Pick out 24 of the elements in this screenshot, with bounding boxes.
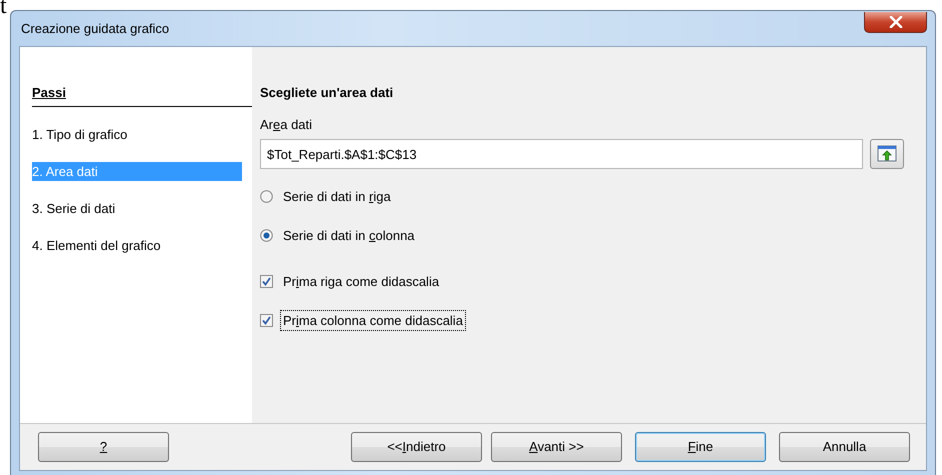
option-label: Prima riga come didascalia [282,273,440,291]
dialog-button[interactable]: Avanti >> [491,432,622,462]
close-icon [888,16,902,28]
step-item[interactable]: 3. Serie di dati [32,198,242,218]
range-field[interactable]: $Tot_Reparti.$A$1:$C$13 [260,139,863,169]
option-label: Serie di dati in colonna [282,226,416,244]
radio-button[interactable] [260,228,273,242]
field-label: Area dati [260,116,314,134]
step-item[interactable]: 4. Elementi del grafico [32,236,242,254]
checkbox[interactable] [260,314,273,327]
window-title: Creazione guidata grafico [20,20,170,38]
shrink-button[interactable] [870,139,904,169]
section-heading: Scegliete un'area dati [260,84,394,102]
radio-button[interactable] [260,190,273,204]
option-label: Serie di dati in riga [282,188,392,206]
dialog-button[interactable]: ? [38,432,169,462]
close-button[interactable] [864,12,927,32]
dialog-button[interactable]: Annulla [779,432,910,462]
steps-heading: Passi [32,83,252,106]
dialog-button[interactable]: <<Indietro [351,432,482,462]
option-label: Prima colonna come didascalia [280,310,466,331]
checkbox[interactable] [260,275,273,288]
dialog-button[interactable]: Fine [635,432,766,462]
step-item[interactable]: 1. Tipo di grafico [32,124,242,144]
